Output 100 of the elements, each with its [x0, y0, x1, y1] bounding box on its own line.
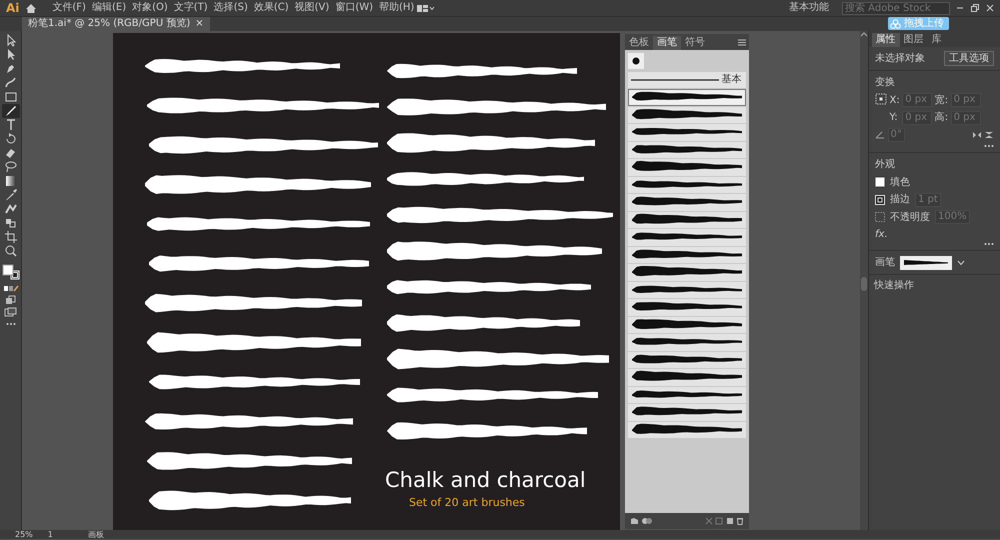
brush-item[interactable]: [628, 194, 746, 210]
brush-item[interactable]: [628, 142, 746, 158]
flip-horizontal-icon[interactable]: [972, 130, 982, 138]
brush-item[interactable]: [628, 404, 746, 420]
menu-item[interactable]: 文件(F): [49, 0, 89, 16]
brush-stroke-icon: [631, 108, 743, 122]
selection-status: 未选择对象: [875, 52, 925, 66]
brush-item[interactable]: [628, 299, 746, 316]
menu-item[interactable]: 文字(T): [170, 0, 211, 16]
layout-icon[interactable]: [417, 4, 436, 12]
opacity-label: 不透明度: [890, 210, 930, 224]
brush-item[interactable]: [628, 352, 746, 368]
squares-icon: [4, 216, 18, 229]
brush-name: 基本: [722, 72, 742, 88]
more-icon[interactable]: [984, 144, 994, 148]
brush-item[interactable]: [628, 176, 746, 193]
document-tab[interactable]: 粉笔1.ai* @ 25% (RGB/GPU 预览) ×: [22, 17, 210, 31]
screen-mode-icon[interactable]: [4, 307, 17, 317]
brush-item[interactable]: [628, 159, 746, 176]
panel-tab[interactable]: 图层: [900, 33, 928, 47]
brush-stroke-icon: [902, 258, 950, 268]
field-label: 宽:: [934, 94, 948, 108]
opacity-icon: [875, 212, 885, 222]
restore-icon[interactable]: [970, 3, 980, 13]
status-mode[interactable]: 画板: [88, 530, 104, 539]
paintbrush-icon: [4, 104, 18, 117]
panel-tab[interactable]: 画笔: [653, 36, 681, 50]
menu-item[interactable]: 窗口(W): [332, 0, 376, 16]
panel-tab[interactable]: 库: [928, 33, 946, 47]
brush-stroke-icon: [631, 422, 743, 437]
caret-icon[interactable]: [957, 260, 965, 266]
panel-tab[interactable]: 属性: [872, 33, 900, 47]
brush-item[interactable]: [628, 369, 746, 386]
brush-item[interactable]: [628, 229, 746, 246]
menu-item[interactable]: 选择(S): [210, 0, 251, 16]
panel-tab[interactable]: 符号: [681, 36, 709, 50]
zoom-field[interactable]: 25%: [15, 530, 33, 539]
reference-point-icon[interactable]: [875, 92, 887, 104]
brush-item[interactable]: [628, 124, 746, 140]
more-icon[interactable]: [6, 322, 16, 326]
scroll-up-icon[interactable]: [860, 31, 868, 37]
tool-button[interactable]: [2, 104, 20, 118]
search-field[interactable]: 搜索 Adobe Stock: [842, 2, 950, 14]
brush-item[interactable]: [628, 264, 746, 280]
new-brush-icon[interactable]: [726, 517, 734, 525]
field-label: Y:: [890, 111, 899, 125]
angle-icon: [875, 130, 885, 138]
workspace-switcher[interactable]: 基本功能: [786, 0, 832, 16]
panel-tab[interactable]: 色板: [625, 36, 653, 50]
artboard-title: Chalk and charcoal: [385, 469, 586, 492]
tool-options-button[interactable]: 工具选项: [944, 51, 994, 66]
home-icon[interactable]: [25, 2, 38, 14]
fill-stroke-icon[interactable]: [2, 262, 20, 282]
brush-item[interactable]: [628, 89, 746, 106]
flip-vertical-icon[interactable]: [984, 130, 994, 138]
rotate-icon: [4, 132, 18, 145]
brush-dot-icon[interactable]: [632, 57, 640, 65]
delete-icon[interactable]: [736, 517, 744, 525]
scroll-thumb[interactable]: [861, 276, 867, 290]
section-title: 外观: [875, 158, 896, 172]
options-box-icon: [715, 517, 723, 525]
options-icon[interactable]: [642, 517, 652, 525]
brush-label: 画笔: [875, 256, 895, 270]
rectangle-icon: [4, 90, 18, 103]
more-icon[interactable]: [984, 242, 994, 246]
color-mode-icon[interactable]: [2, 285, 18, 292]
fill-swatch[interactable]: [875, 177, 885, 187]
section-title: 变换: [875, 76, 896, 90]
menu-item[interactable]: 对象(O): [129, 0, 171, 16]
brush-item[interactable]: [628, 106, 746, 123]
brush-item[interactable]: [628, 246, 746, 263]
brush-item[interactable]: 基本: [628, 72, 746, 88]
menu-item[interactable]: 效果(C): [250, 0, 292, 16]
lasso-icon: [4, 160, 18, 173]
menu-item[interactable]: 帮助(H): [376, 0, 418, 16]
menu-icon[interactable]: [738, 39, 746, 46]
stroke-label: 描边: [890, 192, 910, 207]
brush-dropdown[interactable]: [900, 256, 952, 270]
draw-mode-icon[interactable]: [4, 294, 16, 304]
stroke-swatch[interactable]: [875, 194, 885, 204]
crop-icon: [4, 230, 18, 243]
brush-item[interactable]: [628, 316, 746, 333]
remove-icon: [704, 517, 712, 525]
menu-item[interactable]: 视图(V): [292, 0, 332, 16]
eraser-icon: [4, 146, 18, 159]
close-tab-button[interactable]: ×: [195, 17, 204, 31]
field-label: 高:: [934, 110, 948, 125]
artboard-number-field[interactable]: 1: [48, 530, 53, 539]
brush-item[interactable]: [628, 212, 746, 228]
brush-stroke-icon: [631, 318, 743, 332]
gradient-icon: [4, 174, 18, 187]
brush-item[interactable]: [628, 282, 746, 298]
cloud-icon: [890, 18, 901, 28]
brush-item[interactable]: [628, 386, 746, 403]
brush-item[interactable]: [628, 422, 746, 438]
brush-item[interactable]: [628, 334, 746, 350]
menu-item[interactable]: 编辑(E): [88, 0, 130, 16]
effects-button[interactable]: fx.: [875, 227, 994, 242]
close-icon[interactable]: [985, 3, 995, 13]
document-title: 粉笔1.ai* @ 25% (RGB/GPU 预览): [28, 17, 190, 31]
